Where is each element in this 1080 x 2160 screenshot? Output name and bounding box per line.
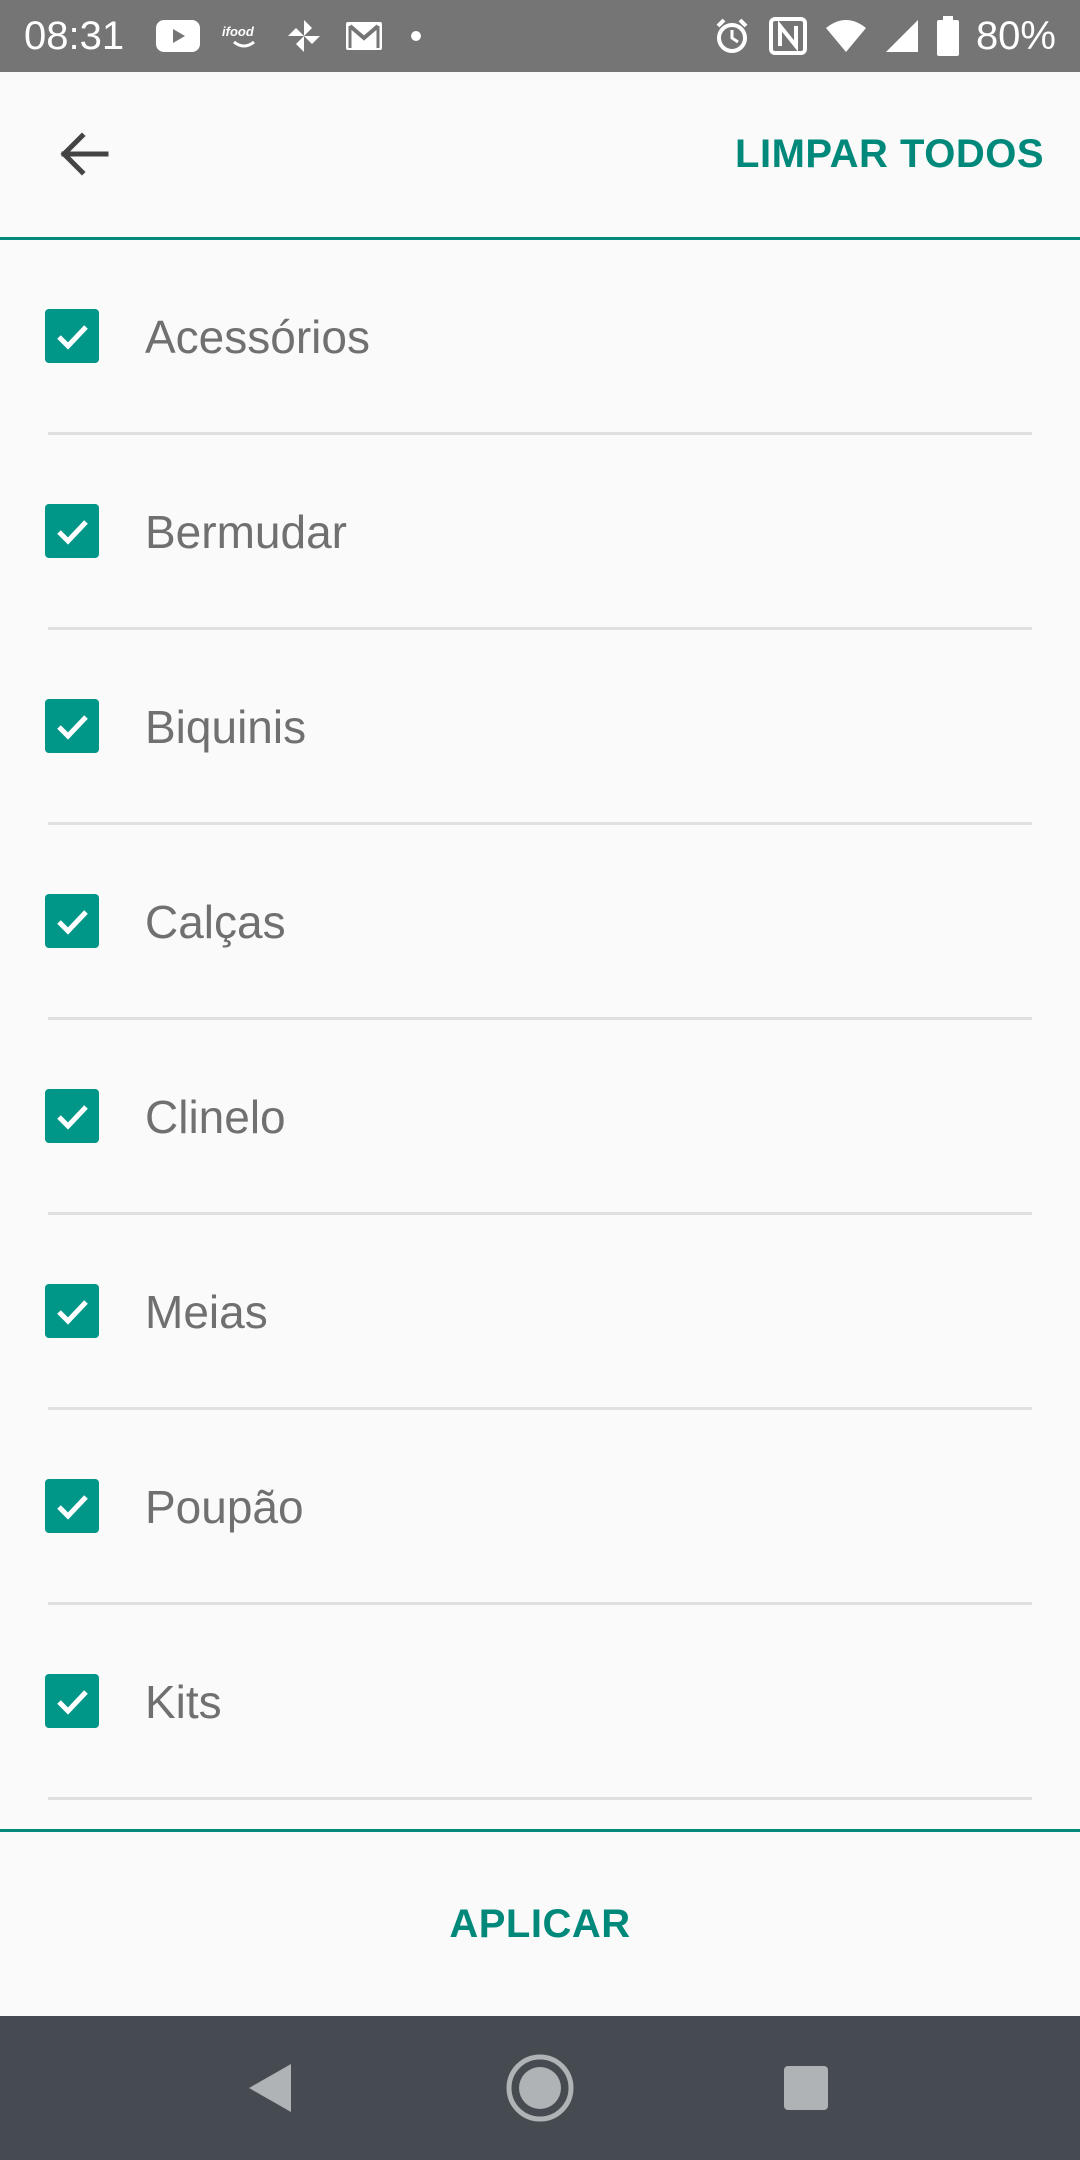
filter-item-poupao[interactable]: Poupão — [0, 1410, 1080, 1605]
filter-item-calcas[interactable]: Calças — [0, 825, 1080, 1020]
gmail-icon — [344, 20, 384, 52]
clear-all-button[interactable]: LIMPAR TODOS — [735, 130, 1044, 178]
checkbox-checked[interactable] — [45, 1089, 99, 1143]
checkbox-checked[interactable] — [45, 504, 99, 558]
checkbox-checked[interactable] — [45, 1479, 99, 1533]
checkbox-checked[interactable] — [45, 309, 99, 363]
apply-button[interactable]: APLICAR — [0, 1832, 1080, 2016]
home-circle-icon — [506, 2054, 574, 2122]
navigation-bar — [0, 2016, 1080, 2160]
filter-item-label: Meias — [145, 1286, 268, 1338]
filter-item-label: Acessórios — [145, 311, 370, 363]
filter-item-kits[interactable]: Kits — [0, 1605, 1080, 1800]
pinwheel-icon — [284, 16, 324, 56]
filter-item-label: Kits — [145, 1676, 222, 1728]
arrow-left-icon — [60, 132, 109, 176]
system-status-icons: 80% — [712, 12, 1056, 60]
notification-icons: ifood — [156, 12, 428, 60]
filter-item-label: Clinelo — [145, 1091, 286, 1143]
nav-home-button[interactable] — [500, 2048, 580, 2128]
check-icon — [57, 1300, 88, 1325]
recents-square-icon — [784, 2066, 828, 2110]
checkbox-checked[interactable] — [45, 699, 99, 753]
filter-item-bermudar[interactable]: Bermudar — [0, 435, 1080, 630]
filter-item-meias[interactable]: Meias — [0, 1215, 1080, 1410]
svg-text:ifood: ifood — [222, 24, 255, 39]
check-icon — [57, 1690, 88, 1715]
dot-icon — [404, 24, 428, 48]
checkbox-checked[interactable] — [45, 894, 99, 948]
check-icon — [57, 325, 88, 350]
check-icon — [57, 1105, 88, 1130]
filter-item-label: Poupão — [145, 1481, 304, 1533]
status-time: 08:31 — [24, 14, 125, 58]
bottom-action-bar: APLICAR — [0, 1829, 1080, 2016]
check-icon — [57, 1495, 88, 1520]
ifood-icon: ifood — [220, 20, 264, 52]
filter-item-clinelo[interactable]: Clinelo — [0, 1020, 1080, 1215]
check-icon — [57, 520, 88, 545]
filter-item-label: Calças — [145, 896, 286, 948]
nav-recents-button[interactable] — [766, 2048, 846, 2128]
checkbox-checked[interactable] — [45, 1284, 99, 1338]
divider — [48, 1797, 1032, 1800]
signal-icon — [884, 18, 920, 54]
status-bar: 08:31 ifood 80% — [0, 0, 1080, 72]
back-triangle-icon — [249, 2064, 291, 2112]
checkbox-checked[interactable] — [45, 1674, 99, 1728]
app-bar: LIMPAR TODOS — [0, 72, 1080, 240]
wifi-icon — [824, 18, 868, 54]
youtube-icon — [156, 20, 200, 52]
back-button[interactable] — [44, 114, 124, 194]
nav-back-button[interactable] — [230, 2048, 310, 2128]
filter-item-acessorios[interactable]: Acessórios — [0, 240, 1080, 435]
filter-item-biquinis[interactable]: Biquinis — [0, 630, 1080, 825]
nfc-icon — [768, 16, 808, 56]
battery-icon — [936, 16, 960, 56]
battery-percent: 80% — [975, 14, 1056, 58]
filter-list: Acessórios Bermudar Biquinis Calças Clin… — [0, 240, 1080, 1800]
filter-item-label: Bermudar — [145, 506, 347, 558]
check-icon — [57, 715, 88, 740]
filter-screen: 08:31 ifood 80% LIMPAR TODOS Acessórios … — [0, 0, 1080, 2160]
alarm-icon — [712, 16, 752, 56]
filter-item-label: Biquinis — [145, 701, 307, 753]
check-icon — [57, 910, 88, 935]
